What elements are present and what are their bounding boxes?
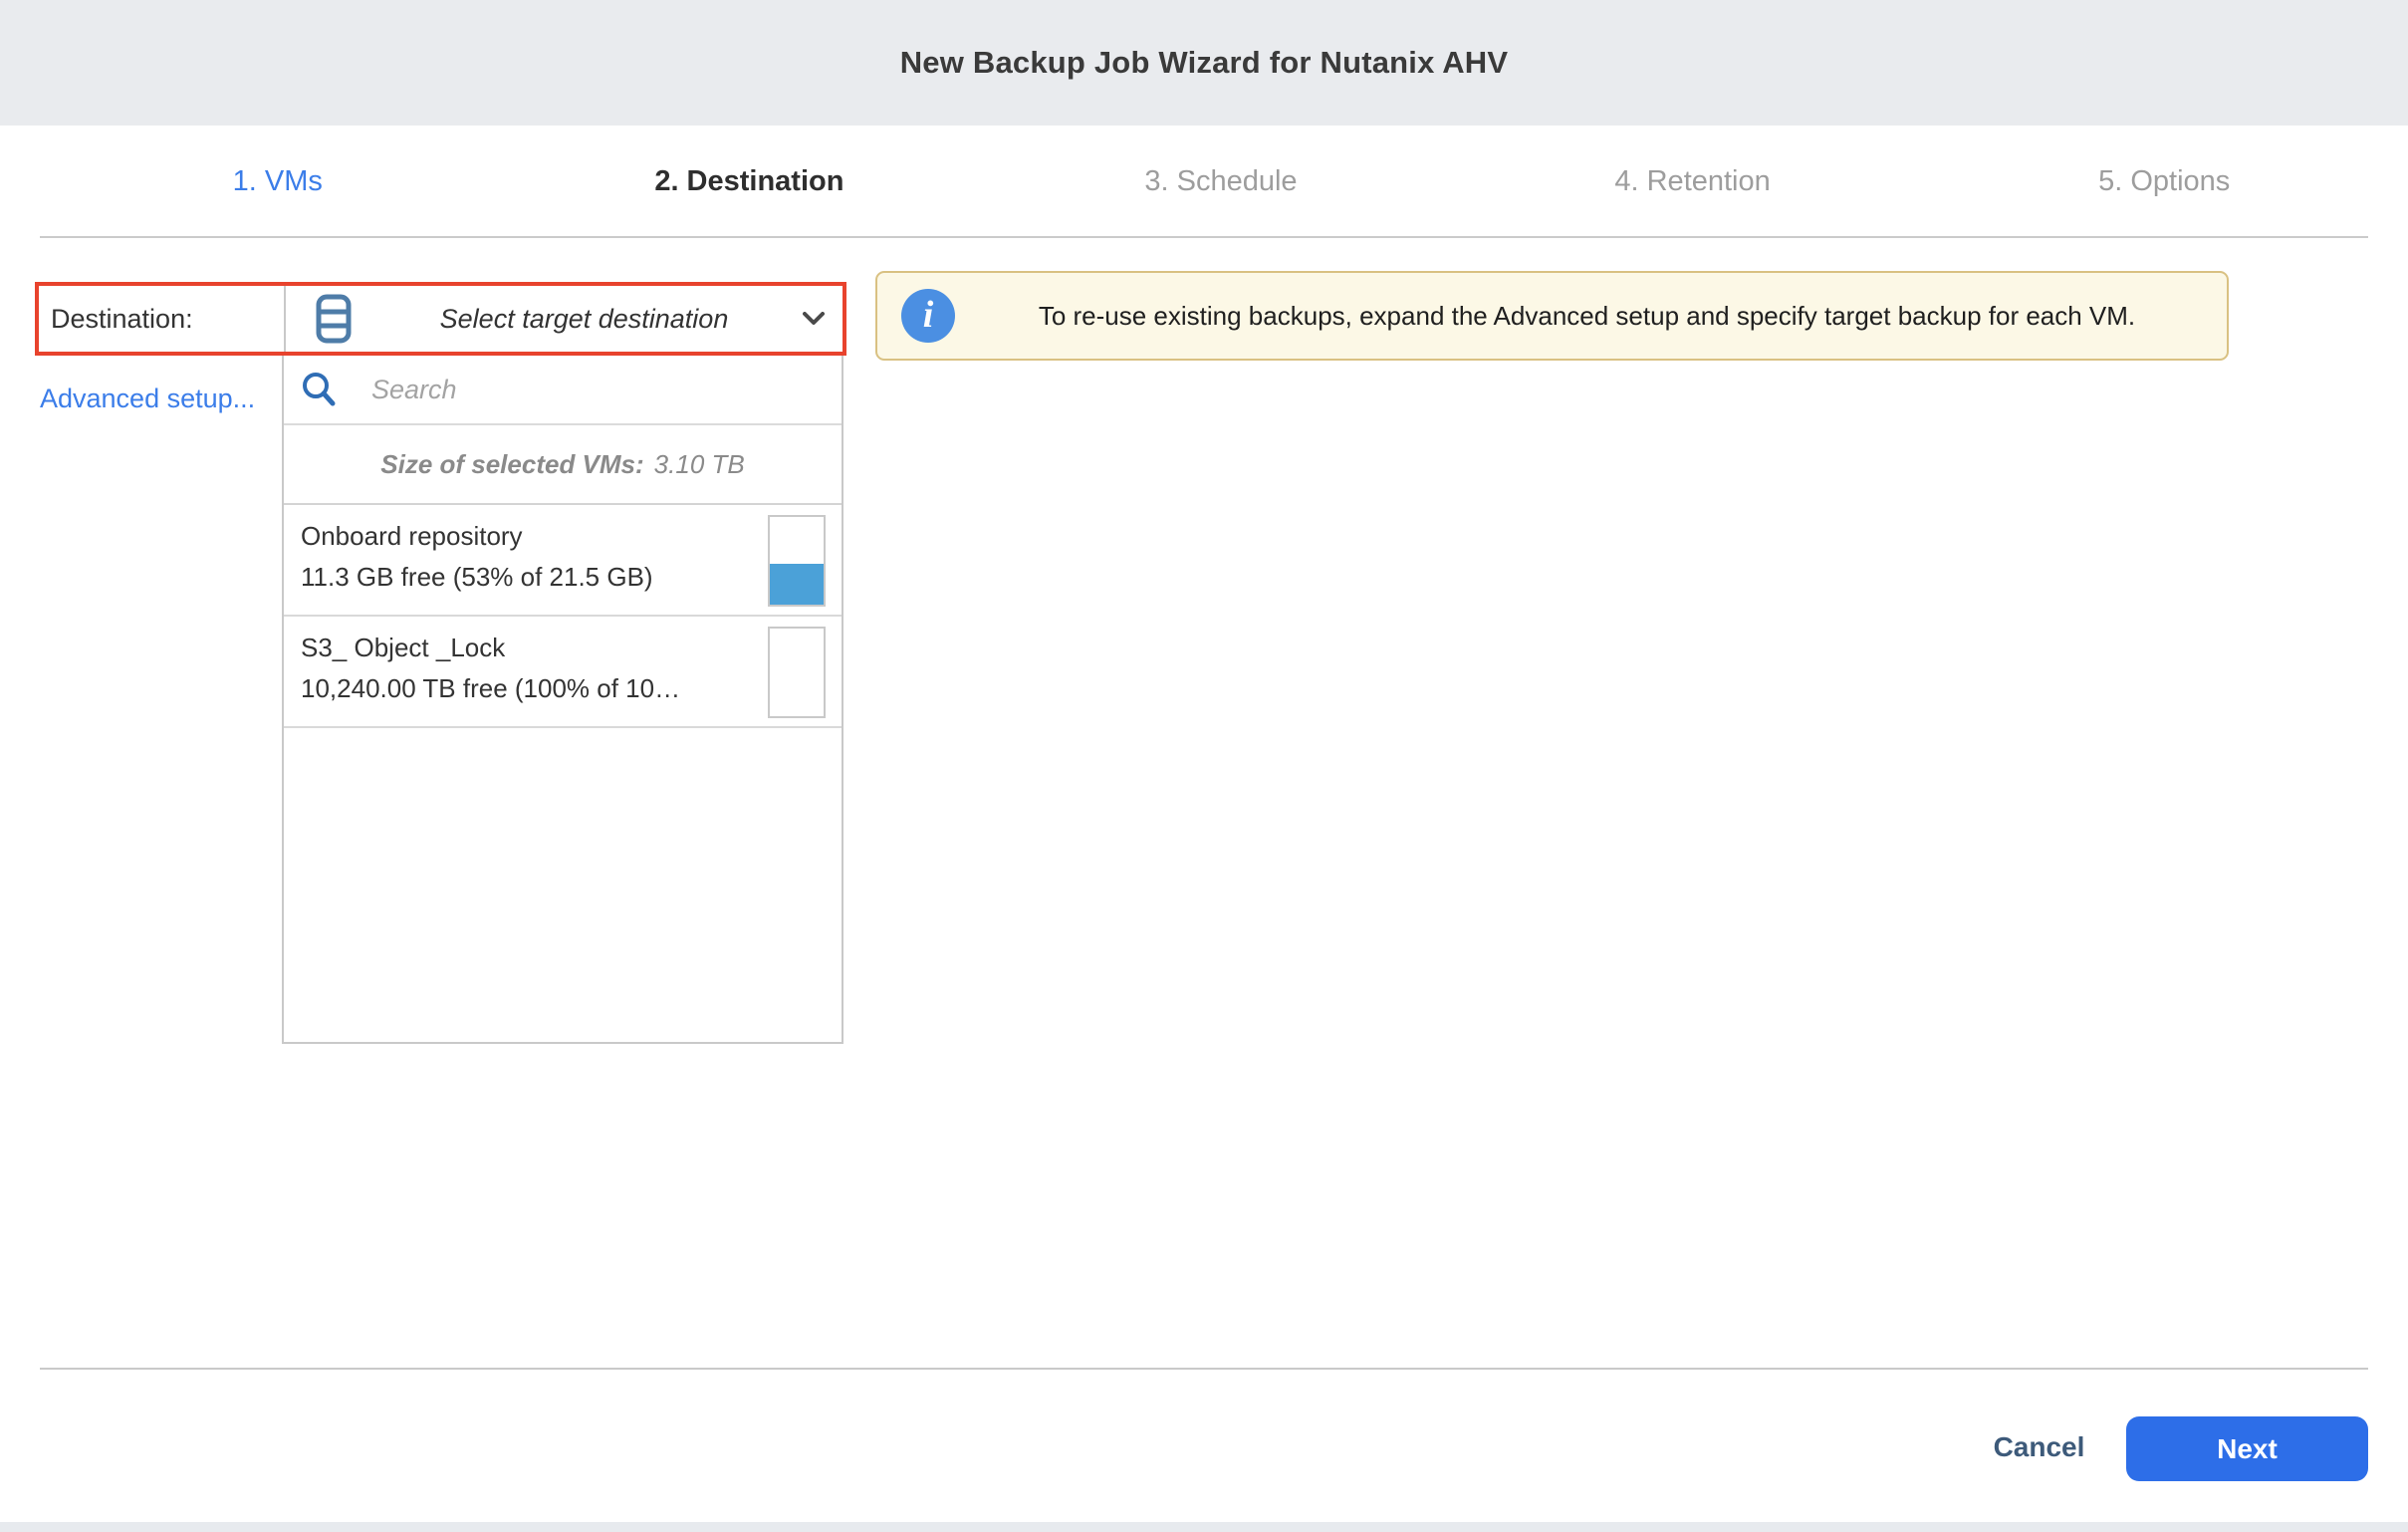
- info-banner: i To re-use existing backups, expand the…: [875, 271, 2229, 361]
- repository-free-space: 10,240.00 TB free (100% of 10…: [301, 673, 842, 704]
- dialog-title: New Backup Job Wizard for Nutanix AHV: [900, 45, 1509, 81]
- next-button[interactable]: Next: [2126, 1416, 2368, 1481]
- destination-select[interactable]: Select target destination: [286, 286, 843, 352]
- repository-name: Onboard repository: [301, 521, 842, 552]
- footer-divider: [40, 1368, 2368, 1370]
- repository-free-space: 11.3 GB free (53% of 21.5 GB): [301, 562, 842, 593]
- capacity-gauge: [768, 627, 826, 718]
- step-tab-retention[interactable]: 4. Retention: [1457, 165, 1929, 198]
- repository-option-s3-object-lock[interactable]: S3_ Object _Lock 10,240.00 TB free (100%…: [284, 617, 842, 728]
- search-input[interactable]: Search: [371, 375, 457, 405]
- wizard-steps: 1. VMs 2. Destination 3. Schedule 4. Ret…: [42, 126, 2400, 237]
- selected-vms-size-label: Size of selected VMs:: [380, 449, 643, 480]
- window-bottom-edge: [0, 1522, 2408, 1532]
- destination-label-cell: Destination:: [39, 286, 286, 352]
- repository-option-onboard[interactable]: Onboard repository 11.3 GB free (53% of …: [284, 505, 842, 617]
- cancel-button[interactable]: Cancel: [1992, 1431, 2086, 1463]
- destination-dropdown-panel: Search Size of selected VMs: 3.10 TB Onb…: [282, 356, 843, 1044]
- search-row[interactable]: Search: [284, 356, 842, 425]
- dialog-header: New Backup Job Wizard for Nutanix AHV: [0, 0, 2408, 126]
- selected-vms-size-row: Size of selected VMs: 3.10 TB: [284, 425, 842, 505]
- destination-select-value: Select target destination: [400, 304, 729, 335]
- advanced-setup-link[interactable]: Advanced setup...: [40, 383, 255, 414]
- step-tab-options[interactable]: 5. Options: [1928, 165, 2400, 198]
- info-icon: i: [901, 289, 955, 343]
- search-icon: [300, 371, 338, 408]
- selected-vms-size-value: 3.10 TB: [654, 449, 745, 480]
- chevron-down-icon: [803, 312, 825, 326]
- repository-name: S3_ Object _Lock: [301, 633, 842, 663]
- capacity-gauge: [768, 515, 826, 607]
- destination-field-highlight: Destination: Select target destination: [35, 282, 846, 356]
- step-tab-schedule[interactable]: 3. Schedule: [985, 165, 1457, 198]
- wizard-dialog: New Backup Job Wizard for Nutanix AHV 1.…: [0, 0, 2408, 1532]
- destination-label: Destination:: [51, 304, 193, 335]
- step-tab-vms[interactable]: 1. VMs: [42, 165, 514, 198]
- repository-icon: [316, 294, 352, 344]
- step-tab-destination[interactable]: 2. Destination: [514, 165, 986, 198]
- info-banner-text: To re-use existing backups, expand the A…: [877, 301, 2227, 332]
- capacity-gauge-fill: [770, 564, 824, 605]
- tabs-divider: [40, 236, 2368, 238]
